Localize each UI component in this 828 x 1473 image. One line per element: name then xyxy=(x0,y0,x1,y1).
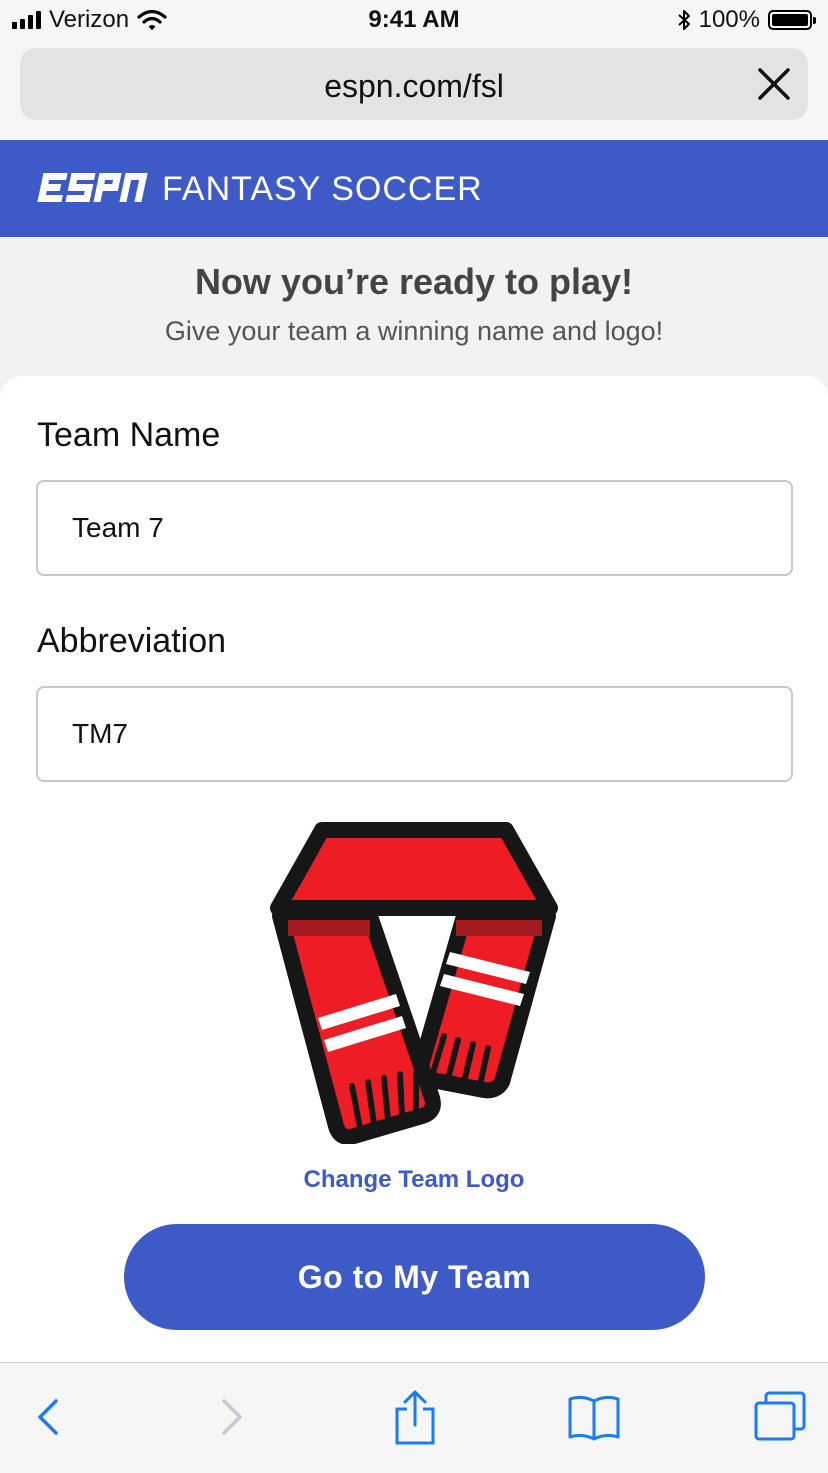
abbreviation-input[interactable] xyxy=(36,686,793,782)
bookmarks-icon[interactable] xyxy=(566,1393,622,1441)
intro-subtitle: Give your team a winning name and logo! xyxy=(164,316,664,346)
forward-button[interactable] xyxy=(202,1389,262,1445)
header-title: FANTASY SOCCER xyxy=(162,170,483,208)
team-name-label: Team Name xyxy=(37,416,221,454)
abbreviation-label: Abbreviation xyxy=(37,622,227,660)
intro-title: Now you’re ready to play! xyxy=(194,261,634,302)
change-team-logo-link[interactable]: Change Team Logo xyxy=(0,1166,828,1194)
battery-icon xyxy=(768,10,816,30)
browser-chrome: espn.com/fsl xyxy=(0,40,828,140)
share-button[interactable] xyxy=(385,1389,445,1445)
scarf-icon xyxy=(270,822,558,1144)
browser-toolbar xyxy=(0,1362,828,1473)
team-setup-card: Team Name Abbreviation Change Team Log xyxy=(0,376,828,1366)
tabs-icon[interactable] xyxy=(752,1391,808,1443)
bluetooth-icon xyxy=(677,10,690,30)
team-name-input[interactable] xyxy=(36,480,793,576)
bookmarks-button[interactable] xyxy=(564,1389,624,1445)
share-icon[interactable] xyxy=(393,1389,437,1445)
forward-icon[interactable] xyxy=(220,1397,244,1437)
espn-logo[interactable] xyxy=(36,171,148,205)
status-right: 100% xyxy=(677,6,816,34)
address-bar[interactable]: espn.com/fsl xyxy=(20,48,808,120)
status-bar: Verizon 9:41 AM 100% xyxy=(0,0,828,40)
close-icon[interactable] xyxy=(756,66,792,102)
go-to-my-team-button[interactable]: Go to My Team xyxy=(124,1224,705,1330)
url-text[interactable]: espn.com/fsl xyxy=(20,68,808,105)
back-button[interactable] xyxy=(18,1389,78,1445)
tabs-button[interactable] xyxy=(750,1389,810,1445)
site-header: FANTASY SOCCER xyxy=(0,140,828,237)
battery-percent: 100% xyxy=(698,6,760,33)
back-icon[interactable] xyxy=(36,1397,60,1437)
